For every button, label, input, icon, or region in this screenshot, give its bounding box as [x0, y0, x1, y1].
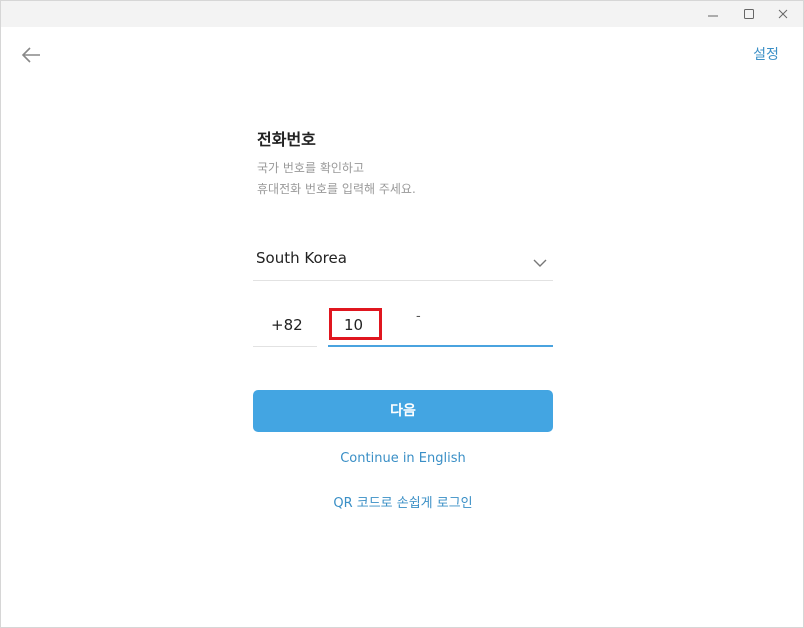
phone-number-input[interactable]: 10 -: [328, 307, 553, 347]
app-window: 설정 전화번호 국가 번호를 확인하고 휴대전화 번호를 입력해 주세요. So…: [0, 0, 804, 628]
subtitle-line-2: 휴대전화 번호를 입력해 주세요.: [257, 182, 416, 196]
minimize-icon[interactable]: [702, 5, 724, 23]
country-code-field[interactable]: +82: [253, 307, 317, 347]
country-name: South Korea: [256, 249, 347, 267]
settings-link[interactable]: 설정: [738, 44, 794, 64]
page-title: 전화번호: [257, 130, 316, 149]
close-icon[interactable]: [772, 5, 794, 23]
maximize-icon[interactable]: [738, 5, 760, 23]
chevron-down-icon: [533, 253, 547, 272]
phone-number-value: 10: [344, 316, 364, 334]
country-code-value: +82: [271, 316, 303, 334]
next-button[interactable]: 다음: [253, 390, 553, 432]
title-bar: [1, 1, 803, 27]
qr-login-link[interactable]: QR 코드로 손쉽게 로그인: [253, 492, 553, 511]
back-arrow-icon[interactable]: [19, 43, 45, 67]
continue-in-english-link[interactable]: Continue in English: [253, 451, 553, 466]
country-select[interactable]: South Korea: [253, 241, 553, 281]
subtitle-line-1: 국가 번호를 확인하고: [257, 161, 364, 175]
phone-separator: -: [416, 309, 421, 324]
